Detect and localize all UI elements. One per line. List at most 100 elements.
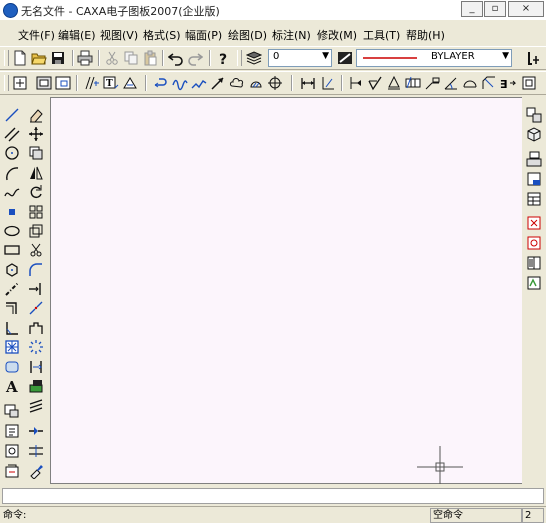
zigzag-line-icon[interactable] (191, 75, 207, 91)
rotate-icon[interactable] (28, 184, 44, 200)
undo-icon[interactable] (168, 50, 184, 66)
view-manager-icon[interactable] (526, 107, 542, 123)
menu-modify[interactable]: 修改(M) (317, 27, 357, 43)
text-inquiry-icon[interactable]: T (103, 75, 119, 91)
line-icon[interactable] (4, 107, 20, 123)
arrow-line-icon[interactable] (210, 75, 226, 91)
move-icon[interactable] (28, 126, 44, 142)
bolt-library-icon[interactable] (4, 443, 20, 459)
toolbar-grip[interactable] (237, 50, 242, 66)
eraser-icon[interactable] (28, 107, 44, 123)
close-button[interactable]: × (508, 1, 544, 17)
fillet-icon[interactable] (28, 262, 44, 278)
layer-manager-icon[interactable] (246, 50, 262, 66)
rectangle-icon[interactable] (4, 242, 20, 258)
bearing-library-icon[interactable] (526, 255, 542, 271)
cut-icon[interactable] (104, 50, 120, 66)
layer-select[interactable]: 0 ▼ (268, 49, 332, 67)
center-mark-icon[interactable] (267, 75, 283, 91)
menu-help[interactable]: 帮助(H) (406, 27, 445, 43)
parts-list-icon[interactable] (526, 191, 542, 207)
open-folder-icon[interactable] (31, 50, 47, 66)
datum-icon[interactable] (348, 75, 364, 91)
centerline-icon[interactable] (4, 281, 20, 297)
scale-icon[interactable] (28, 223, 44, 239)
offset-icon[interactable] (28, 359, 44, 375)
maximize-button[interactable]: ▫ (484, 1, 506, 17)
new-file-icon[interactable] (12, 50, 28, 66)
solid-view-icon[interactable] (526, 126, 542, 142)
equidistant-line-icon[interactable] (4, 300, 20, 316)
angle-dimension-icon[interactable] (443, 75, 459, 91)
library-manage-icon[interactable] (4, 463, 20, 479)
drag-icon[interactable] (153, 75, 169, 91)
trim-icon[interactable] (28, 242, 44, 258)
roughness-icon[interactable] (367, 75, 383, 91)
align-parts-icon[interactable] (28, 443, 44, 459)
arc-icon[interactable] (4, 165, 20, 181)
linear-dimension-icon[interactable] (300, 75, 316, 91)
circle-icon[interactable] (4, 145, 20, 161)
redo-icon[interactable] (187, 50, 203, 66)
form-tolerance-icon[interactable] (405, 75, 421, 91)
bolt-join-icon[interactable] (526, 215, 542, 231)
hatch-fill-icon[interactable] (4, 339, 20, 355)
format-brush-icon[interactable] (28, 398, 44, 414)
leader-icon[interactable] (424, 75, 440, 91)
display-all-icon[interactable] (36, 75, 52, 91)
paste-icon[interactable] (142, 50, 158, 66)
ordinate-dimension-icon[interactable] (320, 75, 336, 91)
menu-format[interactable]: 格式(S) (143, 27, 181, 43)
toolbar-grip[interactable] (4, 75, 9, 91)
linetype-select[interactable]: BYLAYER ▼ (356, 49, 512, 67)
ellipse-icon[interactable] (4, 223, 20, 239)
frame-icon[interactable] (521, 75, 537, 91)
array-icon[interactable] (28, 204, 44, 220)
explode-icon[interactable] (28, 339, 44, 355)
wave-curve-icon[interactable] (172, 75, 188, 91)
chamfer-line-icon[interactable] (4, 320, 20, 336)
drawing-canvas[interactable] (50, 97, 523, 488)
cloud-line-icon[interactable] (229, 75, 245, 91)
menu-sheet[interactable]: 幅面(P) (185, 27, 222, 43)
part-library-icon[interactable] (4, 423, 20, 439)
command-input[interactable] (2, 488, 544, 504)
save-icon[interactable] (50, 50, 66, 66)
menu-tools[interactable]: 工具(T) (363, 27, 400, 43)
title-block-icon[interactable] (526, 171, 542, 187)
point-icon[interactable] (4, 204, 20, 220)
image-insert-icon[interactable] (4, 403, 20, 419)
area-inquiry-icon[interactable] (122, 75, 138, 91)
menu-dimension[interactable]: 标注(N) (272, 27, 311, 43)
weld-symbol-icon[interactable] (386, 75, 402, 91)
help-question-icon[interactable]: ? (215, 50, 231, 66)
extend-icon[interactable] (28, 281, 44, 297)
block-insert-icon[interactable] (4, 359, 20, 375)
copy-select-icon[interactable] (28, 145, 44, 161)
linetype-icon[interactable] (337, 50, 353, 66)
arc-dimension-icon[interactable] (462, 75, 478, 91)
parallel-line-icon[interactable] (4, 126, 20, 142)
zoom-window-icon[interactable] (12, 75, 28, 91)
menu-view[interactable]: 视图(V) (100, 27, 138, 43)
hatch-icon[interactable] (248, 75, 264, 91)
pin-join-icon[interactable] (526, 235, 542, 251)
minimize-button[interactable]: _ (461, 1, 483, 17)
print-icon[interactable] (77, 50, 93, 66)
symbol-library-icon[interactable] (526, 275, 542, 291)
display-window-icon[interactable] (55, 75, 71, 91)
layer-change-icon[interactable] (28, 378, 44, 394)
chamfer-dimension-icon[interactable] (481, 75, 497, 91)
dimension-extra-icon[interactable] (526, 50, 542, 66)
break-icon[interactable] (28, 300, 44, 316)
stretch-icon[interactable] (28, 320, 44, 336)
mirror-icon[interactable] (28, 165, 44, 181)
polygon-icon[interactable] (4, 262, 20, 278)
menu-draw[interactable]: 绘图(D) (228, 27, 267, 43)
frame-setup-icon[interactable] (526, 151, 542, 167)
property-brush-icon[interactable] (28, 463, 44, 479)
text-icon[interactable]: A (4, 378, 20, 394)
text-arrow-icon[interactable]: ∃ (500, 75, 516, 91)
menu-file[interactable]: 文件(F) (18, 27, 55, 43)
menu-edit[interactable]: 编辑(E) (58, 27, 96, 43)
